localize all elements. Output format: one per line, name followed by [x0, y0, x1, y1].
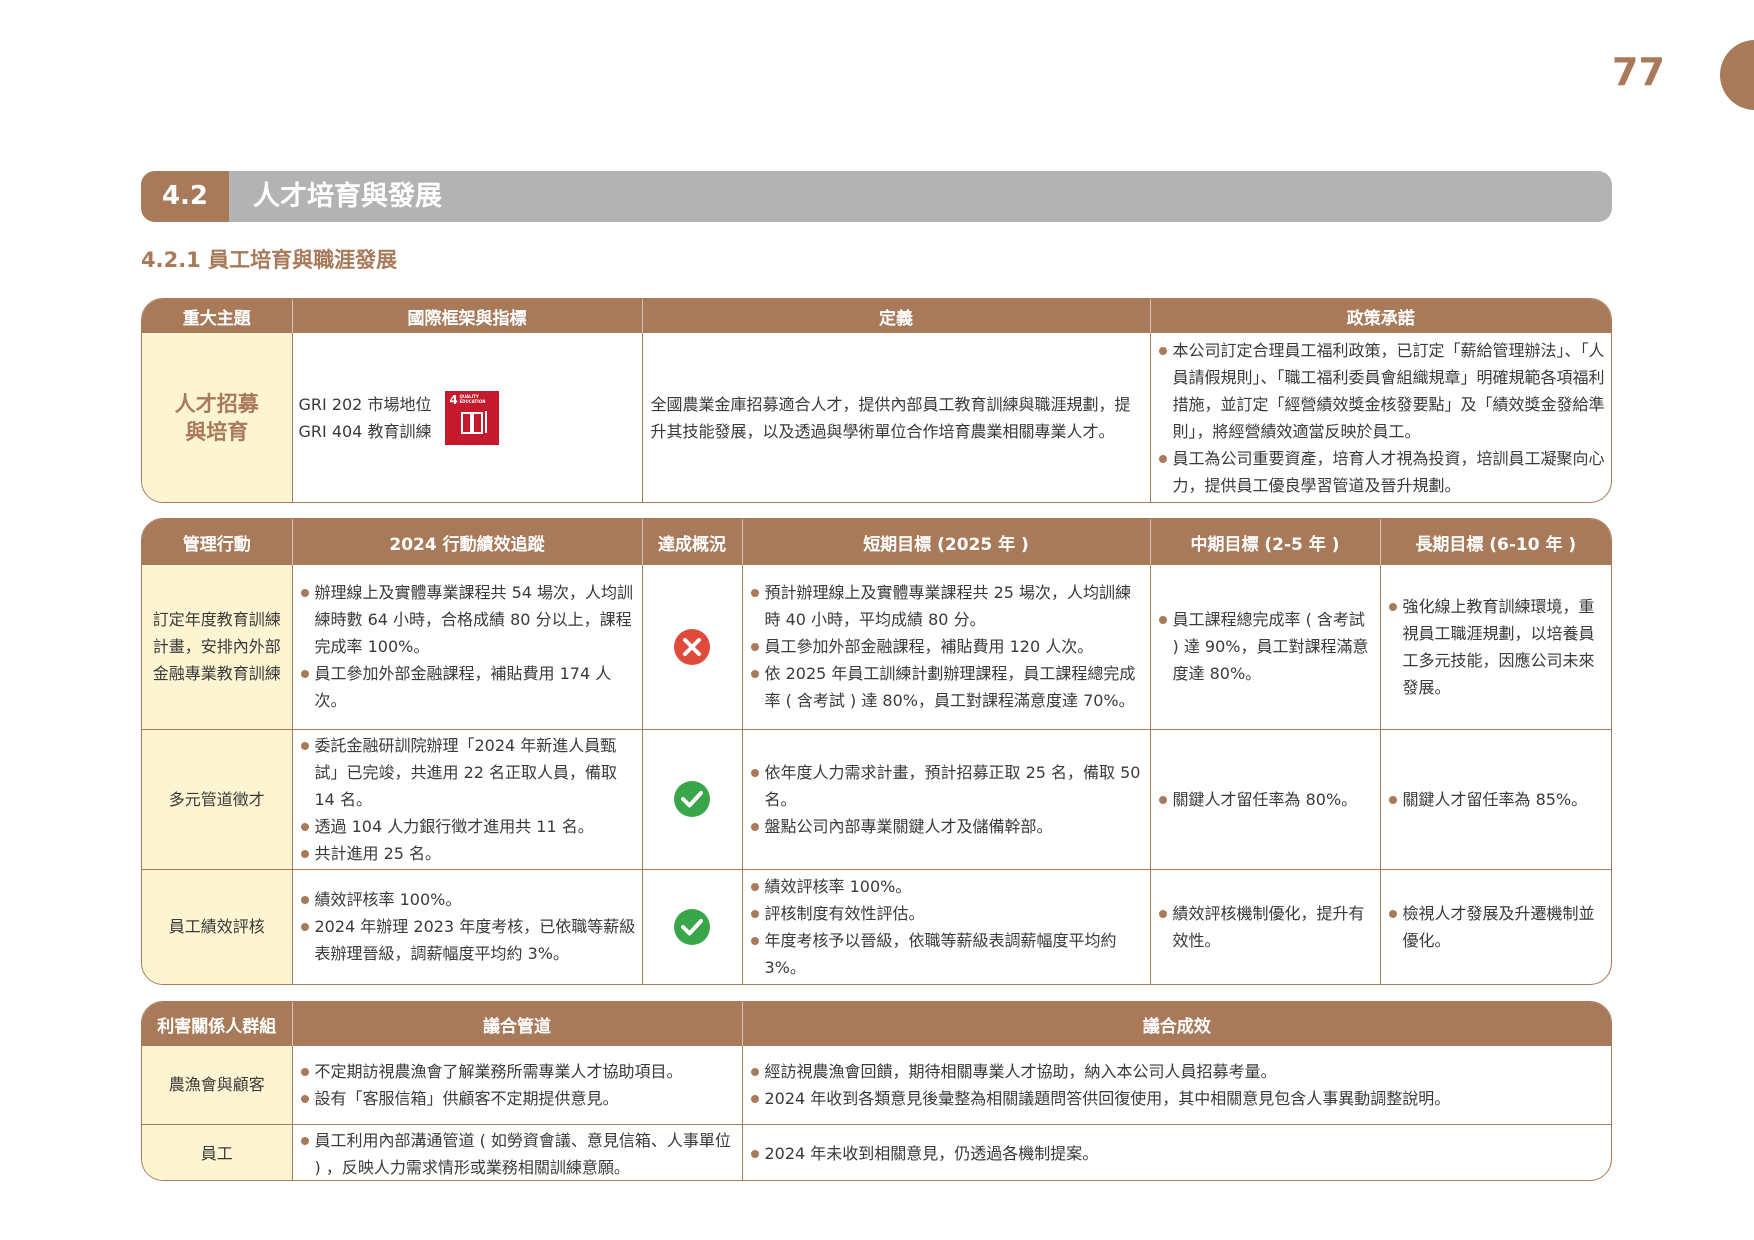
tracking-item: 員工參加外部金融課程，補貼費用 174 人次。 [299, 660, 636, 714]
header-mid-term: 中期目標 (2-5 年 ) [1149, 519, 1380, 565]
action-name: 員工績效評核 [142, 868, 292, 984]
not-achieved-x-icon [674, 628, 710, 665]
achieved-check-icon [674, 781, 710, 817]
header-engagement-channel: 議合管道 [291, 1002, 742, 1046]
engagement-result-cell: 2024 年未收到相關意見，仍透過各機制提案。 [741, 1123, 1611, 1180]
mid-term-cell: 員工課程總完成率 ( 含考試 ) 達 90%，員工對課程滿意度達 80%。 [1149, 565, 1380, 729]
header-2024-tracking: 2024 行動績效追蹤 [291, 519, 642, 565]
short-term-item: 盤點公司內部專業關鍵人才及儲備幹部。 [749, 813, 1144, 840]
header-engagement-result: 議合成效 [741, 1002, 1611, 1046]
page-number: 77 [1612, 50, 1665, 94]
definition-cell: 全國農業金庫招募適合人才，提供內部員工教育訓練與職涯規劃，提升其技能發展，以及透… [641, 333, 1150, 502]
result-item: 2024 年收到各類意見後彙整為相關議題問答供回復使用，其中相關意見包含人事異動… [749, 1085, 1606, 1112]
header-status: 達成概況 [641, 519, 742, 565]
header-management-action: 管理行動 [142, 519, 292, 565]
long-term-item: 關鍵人才留任率為 85%。 [1387, 786, 1606, 813]
policy-item: 員工為公司重要資產，培育人才視為投資，培訓員工凝聚向心力，提供員工優良學習管道及… [1157, 445, 1606, 499]
long-term-cell: 強化線上教育訓練環境，重視員工職涯規劃，以培養員工多元技能，因應公司未來發展。 [1379, 565, 1611, 729]
sdg4-quality-education-icon: 4 QUALITY EDUCATION [445, 390, 500, 445]
engagement-channel-cell: 員工利用內部溝通管道 ( 如勞資會議、意見信箱、人事單位 ) ，反映人力需求情形… [291, 1123, 742, 1181]
stakeholder-group: 農漁會與顧客 [142, 1046, 292, 1124]
action-name: 訂定年度教育訓練計畫，安排內外部金融專業教育訓練 [142, 565, 292, 729]
subsection-title: 4.2.1 員工培育與職涯發展 [141, 248, 398, 272]
channel-item: 員工利用內部溝通管道 ( 如勞資會議、意見信箱、人事單位 ) ，反映人力需求情形… [299, 1127, 736, 1181]
header-short-term: 短期目標 (2025 年 ) [741, 519, 1150, 565]
material-topic-name: 人才招募與培育 [142, 333, 292, 502]
stakeholder-group: 員工 [142, 1123, 292, 1180]
section-number: 4.2 [141, 171, 229, 222]
long-term-item: 強化線上教育訓練環境，重視員工職涯規劃，以培養員工多元技能，因應公司未來發展。 [1387, 593, 1606, 701]
tracking-item: 辦理線上及實體專業課程共 54 場次，人均訓練時數 64 小時，合格成績 80 … [299, 579, 636, 660]
mid-term-item: 績效評核機制優化，提升有效性。 [1157, 900, 1374, 954]
status-cell [641, 868, 742, 984]
short-term-item: 員工參加外部金融課程，補貼費用 120 人次。 [749, 633, 1144, 660]
section-title: 人才培育與發展 [253, 181, 442, 212]
channel-item: 設有「客服信箱」供顧客不定期提供意見。 [299, 1085, 736, 1112]
result-item: 2024 年未收到相關意見，仍透過各機制提案。 [749, 1140, 1606, 1167]
channel-item: 不定期訪視農漁會了解業務所需專業人才協助項目。 [299, 1058, 736, 1085]
mid-term-cell: 績效評核機制優化，提升有效性。 [1149, 868, 1380, 984]
header-framework: 國際框架與指標 [291, 299, 642, 333]
gri-404: GRI 404 教育訓練 [298, 421, 432, 441]
header-stakeholder-group: 利害關係人群組 [142, 1002, 292, 1046]
stakeholder-engagement-table: 利害關係人群組 議合管道 議合成效 農漁會與顧客 不定期訪視農漁會了解業務所需專… [141, 1001, 1612, 1181]
tracking-cell: 辦理線上及實體專業課程共 54 場次，人均訓練時數 64 小時，合格成績 80 … [291, 565, 642, 729]
short-term-item: 績效評核率 100%。 [749, 873, 1144, 900]
header-policy: 政策承諾 [1149, 299, 1611, 333]
policy-item: 本公司訂定合理員工福利政策，已訂定「薪給管理辦法」、「人員請假規則」、「職工福利… [1157, 337, 1606, 445]
tracking-item: 委託金融研訓院辦理「2024 年新進人員甄試」已完竣，共進用 22 名正取人員，… [299, 732, 636, 813]
engagement-channel-cell: 不定期訪視農漁會了解業務所需專業人才協助項目。 設有「客服信箱」供顧客不定期提供… [291, 1046, 742, 1124]
framework-cell: GRI 202 市場地位 GRI 404 教育訓練 4 QUALITY EDUC… [291, 333, 642, 502]
tracking-cell: 績效評核率 100%。 2024 年辦理 2023 年度考核，已依職等薪級表辦理… [291, 868, 642, 984]
action-name: 多元管道徵才 [142, 728, 292, 869]
policy-cell: 本公司訂定合理員工福利政策，已訂定「薪給管理辦法」、「人員請假規則」、「職工福利… [1149, 333, 1611, 502]
tracking-item: 2024 年辦理 2023 年度考核，已依職等薪級表辦理晉級，調薪幅度平均約 3… [299, 913, 636, 967]
tracking-cell: 委託金融研訓院辦理「2024 年新進人員甄試」已完竣，共進用 22 名正取人員，… [291, 728, 642, 869]
long-term-item: 檢視人才發展及升遷機制並優化。 [1387, 900, 1606, 954]
short-term-item: 依 2025 年員工訓練計劃辦理課程，員工課程總完成率 ( 含考試 ) 達 80… [749, 660, 1144, 714]
status-cell [641, 728, 742, 869]
short-term-item: 預計辦理線上及實體專業課程共 25 場次，人均訓練時 40 小時，平均成績 80… [749, 579, 1144, 633]
tracking-item: 共計進用 25 名。 [299, 840, 636, 867]
header-definition: 定義 [641, 299, 1150, 333]
mid-term-item: 關鍵人才留任率為 80%。 [1157, 786, 1374, 813]
management-action-table: 管理行動 2024 行動績效追蹤 達成概況 短期目標 (2025 年 ) 中期目… [141, 518, 1612, 985]
engagement-result-cell: 經訪視農漁會回饋，期待相關專業人才協助，納入本公司人員招募考量。 2024 年收… [741, 1046, 1611, 1124]
tracking-item: 績效評核率 100%。 [299, 886, 636, 913]
long-term-cell: 檢視人才發展及升遷機制並優化。 [1379, 868, 1611, 984]
short-term-cell: 預計辦理線上及實體專業課程共 25 場次，人均訓練時 40 小時，平均成績 80… [741, 565, 1150, 729]
tracking-item: 透過 104 人力銀行徵才進用共 11 名。 [299, 813, 636, 840]
header-material-topic: 重大主題 [142, 299, 292, 333]
short-term-item: 評核制度有效性評估。 [749, 900, 1144, 927]
short-term-item: 依年度人力需求計畫，預計招募正取 25 名，備取 50 名。 [749, 759, 1144, 813]
corner-tab-decoration [1720, 40, 1754, 110]
mid-term-cell: 關鍵人才留任率為 80%。 [1149, 728, 1380, 869]
gri-202: GRI 202 市場地位 [298, 394, 432, 414]
status-cell [641, 565, 742, 729]
mid-term-item: 員工課程總完成率 ( 含考試 ) 達 90%，員工對課程滿意度達 80%。 [1157, 606, 1374, 687]
long-term-cell: 關鍵人才留任率為 85%。 [1379, 728, 1611, 869]
achieved-check-icon [674, 908, 710, 945]
short-term-item: 年度考核予以晉級，依職等薪級表調薪幅度平均約 3%。 [749, 927, 1144, 981]
short-term-cell: 績效評核率 100%。 評核制度有效性評估。 年度考核予以晉級，依職等薪級表調薪… [741, 868, 1150, 984]
result-item: 經訪視農漁會回饋，期待相關專業人才協助，納入本公司人員招募考量。 [749, 1058, 1606, 1085]
header-long-term: 長期目標 (6-10 年 ) [1379, 519, 1611, 565]
material-topic-table: 重大主題 國際框架與指標 定義 政策承諾 人才招募與培育 GRI 202 市場地… [141, 298, 1612, 503]
short-term-cell: 依年度人力需求計畫，預計招募正取 25 名，備取 50 名。 盤點公司內部專業關… [741, 728, 1150, 869]
section-header-bar: 4.2 人才培育與發展 [141, 171, 1612, 222]
